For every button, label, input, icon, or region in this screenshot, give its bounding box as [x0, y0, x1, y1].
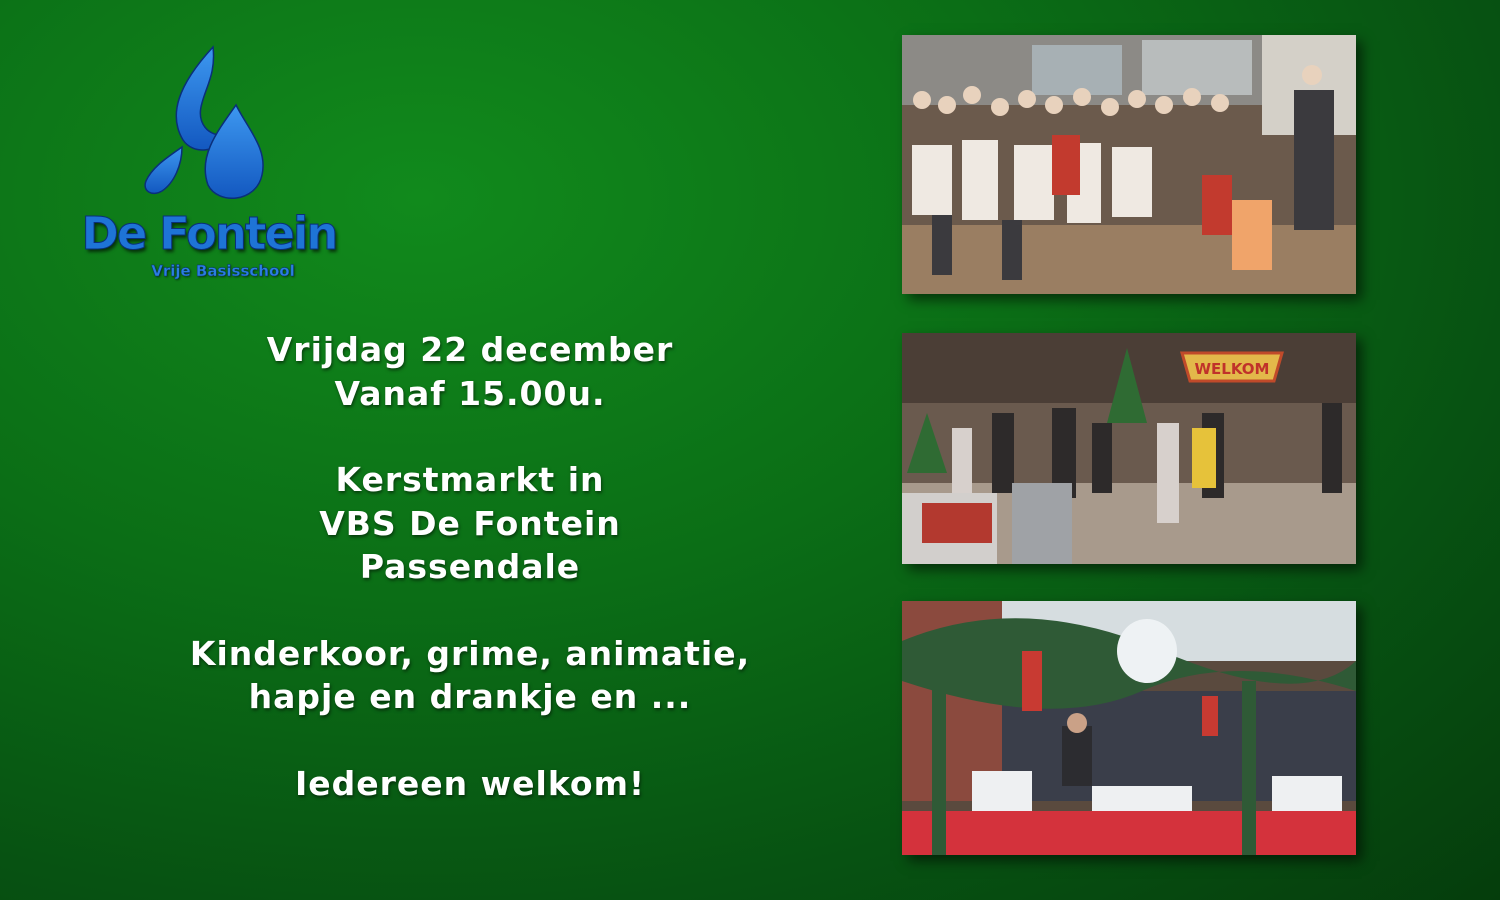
- event-activities: Kinderkoor, grime, animatie,: [189, 633, 751, 673]
- event-time: Vanaf 15.00u.: [334, 373, 606, 413]
- photo-bar-stand: [902, 601, 1356, 855]
- logo-subtitle: Vrije Basisschool: [151, 262, 295, 280]
- event-info: Vrijdag 22 december Vanaf 15.00u. Kerstm…: [150, 328, 790, 805]
- event-venue: VBS De Fontein: [319, 503, 621, 543]
- welcome-banner: WELKOM: [1195, 360, 1270, 378]
- event-title: Kerstmarkt in: [335, 460, 605, 499]
- event-welcome: Iedereen welkom!: [294, 763, 646, 803]
- logo-title: De Fontein: [81, 207, 339, 261]
- photo-choir: [902, 35, 1356, 294]
- school-logo: De Fontein Vrije Basisschool: [78, 45, 340, 285]
- event-date: Vrijdag 22 december: [266, 330, 674, 369]
- event-activities-2: hapje en drankje en ...: [248, 677, 692, 716]
- water-drop-icon: [144, 45, 264, 199]
- photo-market: WELKOM: [902, 333, 1356, 564]
- event-place: Passendale: [359, 547, 581, 586]
